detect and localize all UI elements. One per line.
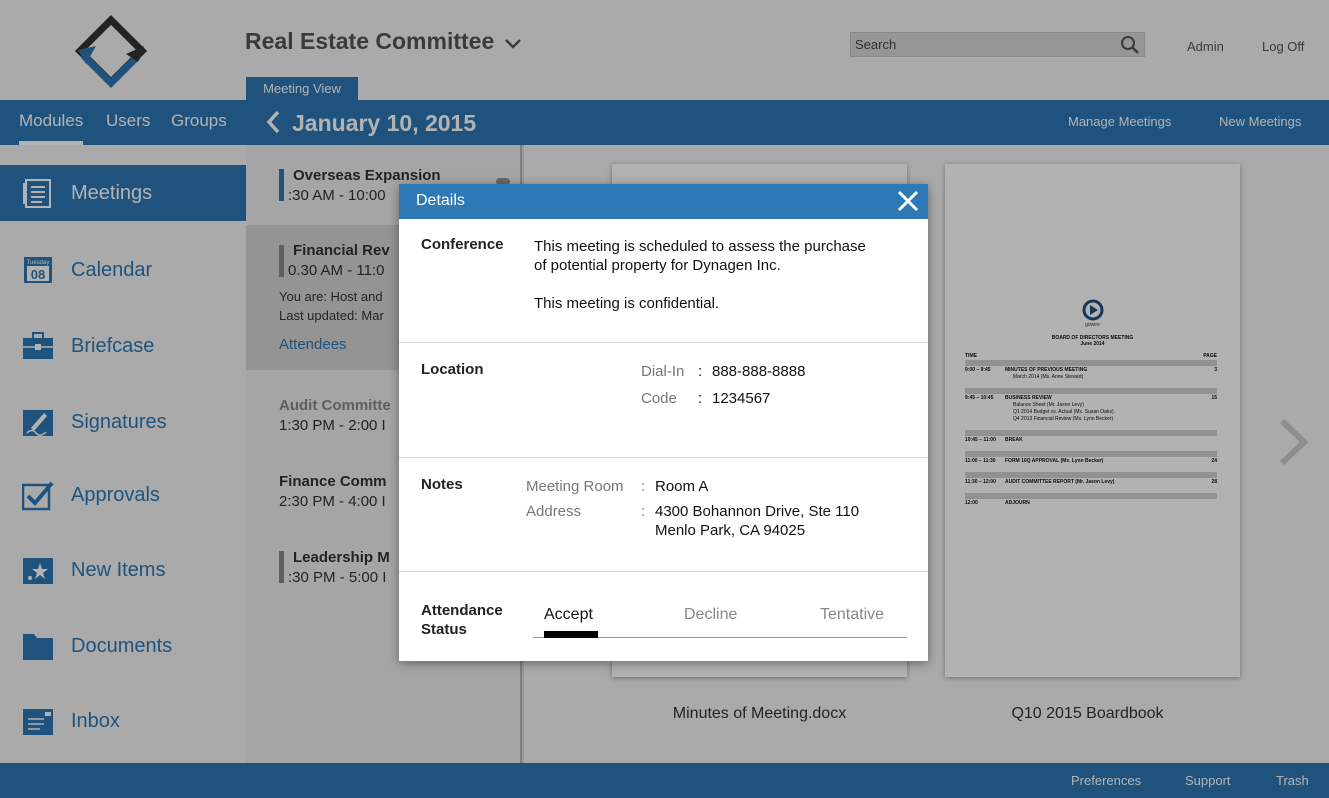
details-dialog: Details Conference This meeting is sched… bbox=[399, 184, 928, 661]
code-value: 1234567 bbox=[712, 390, 771, 407]
conference-description-line2: of potential property for Dynagen Inc. bbox=[534, 257, 781, 274]
dialin-value: 888-888-8888 bbox=[712, 363, 806, 380]
attendance-label-line2: Status bbox=[421, 621, 467, 638]
confidential-note: This meeting is confidential. bbox=[534, 295, 720, 312]
meeting-room-value: Room A bbox=[655, 478, 709, 495]
notes-section: Notes Meeting Room : Room A Address : 43… bbox=[399, 458, 928, 572]
code-separator: : bbox=[698, 390, 703, 407]
location-label: Location bbox=[421, 361, 484, 378]
attendance-selected-indicator bbox=[544, 631, 598, 638]
attendance-label-line1: Attendance bbox=[421, 602, 503, 619]
meeting-room-separator: : bbox=[641, 478, 646, 495]
meeting-room-key: Meeting Room bbox=[526, 478, 624, 495]
dialog-header: Details bbox=[399, 184, 928, 219]
address-separator: : bbox=[641, 503, 646, 520]
attendance-decline-option[interactable]: Decline bbox=[684, 606, 737, 624]
conference-label: Conference bbox=[421, 236, 504, 253]
address-line2: Menlo Park, CA 94025 bbox=[655, 522, 806, 539]
address-line1: 4300 Bohannon Drive, Ste 110 bbox=[655, 503, 860, 520]
dialin-key: Dial-In bbox=[641, 363, 685, 380]
conference-description-line1: This meeting is scheduled to assess the … bbox=[534, 238, 866, 255]
notes-label: Notes bbox=[421, 476, 463, 493]
attendance-accept-option[interactable]: Accept bbox=[544, 606, 593, 624]
location-section: Location Dial-In : 888-888-8888 Code : 1… bbox=[399, 343, 928, 458]
attendance-tentative-option[interactable]: Tentative bbox=[820, 606, 884, 624]
close-icon[interactable] bbox=[896, 189, 920, 213]
dialog-title: Details bbox=[416, 192, 465, 209]
conference-section: Conference This meeting is scheduled to … bbox=[399, 219, 928, 343]
code-key: Code bbox=[641, 390, 677, 407]
address-key: Address bbox=[526, 503, 582, 520]
dialin-separator: : bbox=[698, 363, 703, 380]
